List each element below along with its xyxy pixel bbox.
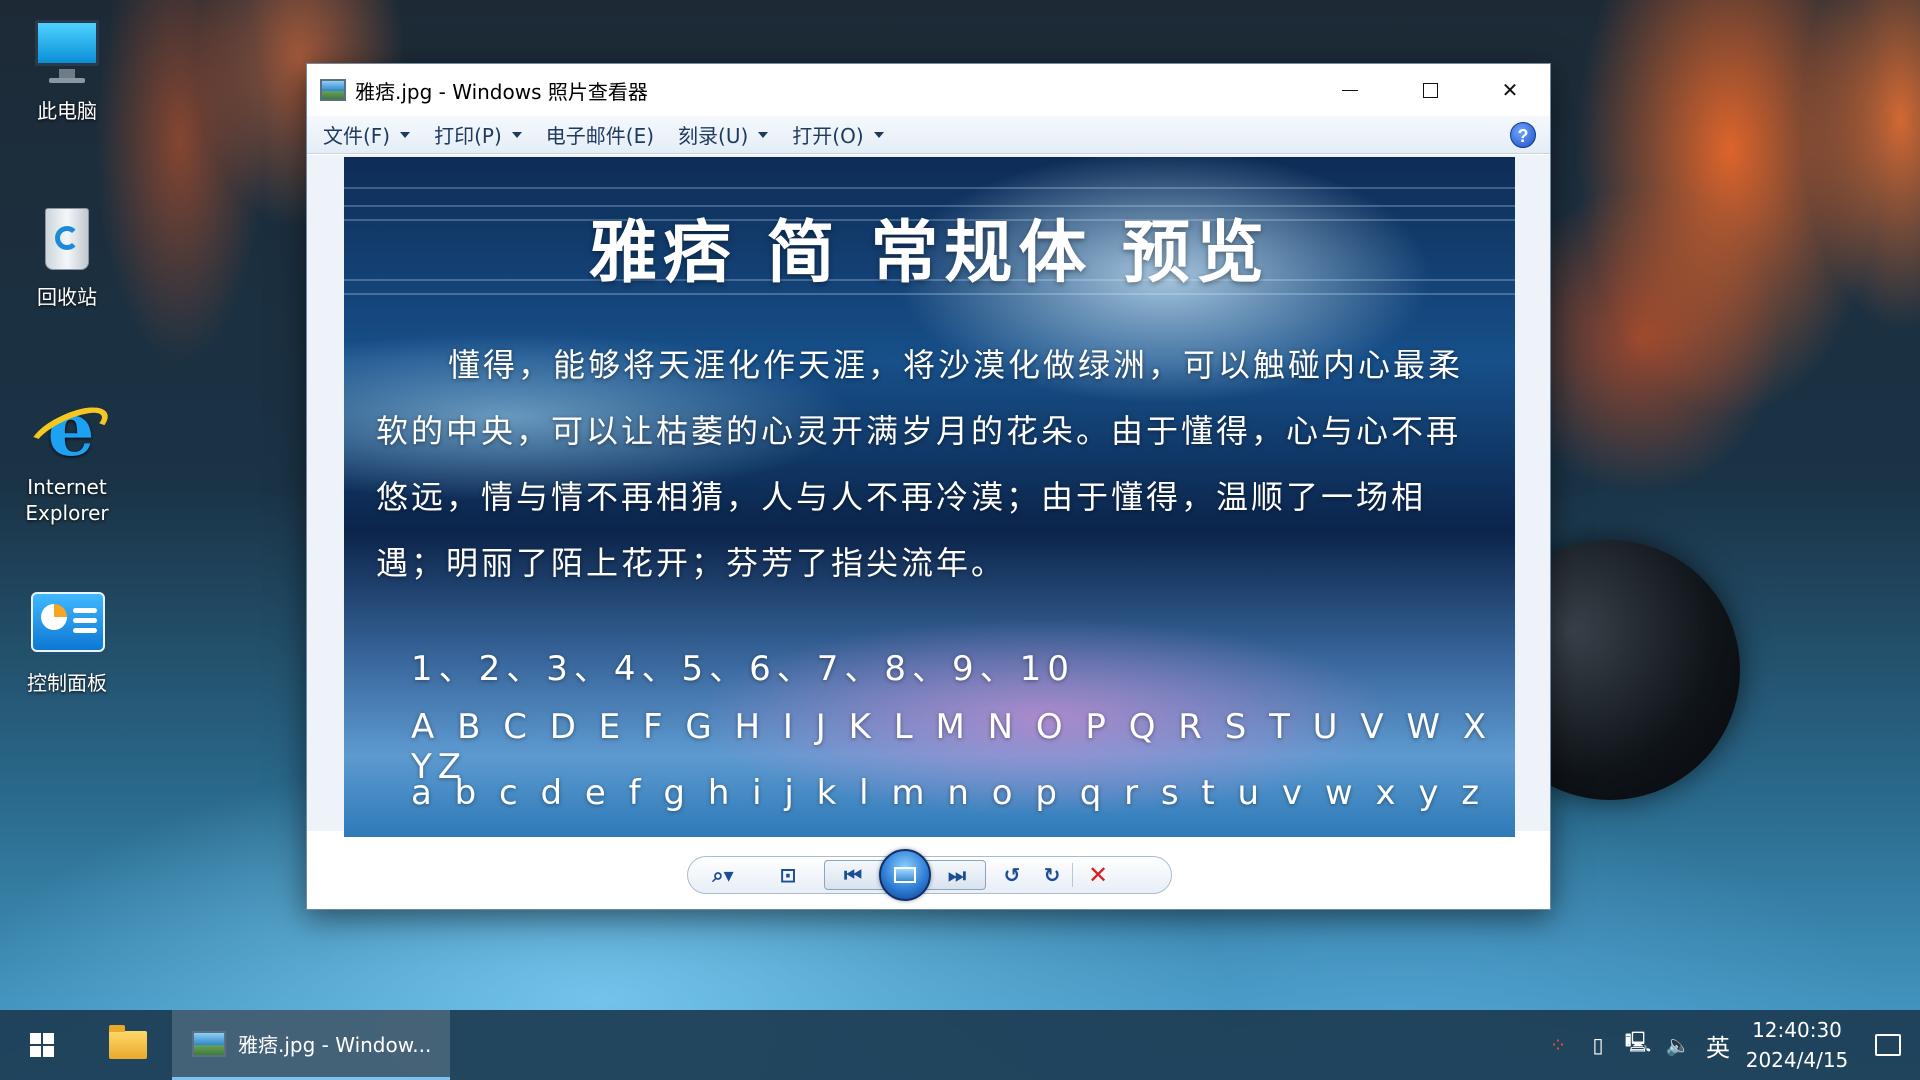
internet-explorer-icon: e [23, 390, 115, 470]
minimize-button[interactable] [1310, 64, 1390, 116]
slideshow-button[interactable] [879, 849, 931, 901]
tray-glyph: 🔈 [1665, 1033, 1691, 1057]
image-numbers-text: 1、2、3、4、5、6、7、8、9、10 [411, 649, 1075, 689]
control-panel-icon [27, 586, 107, 666]
delete-icon: ✕ [1087, 861, 1109, 889]
recycle-bin-icon [27, 200, 107, 280]
menu-bar: 文件(F) 打印(P) 电子邮件(E) 刻录(U) 打开(O) ? [307, 116, 1550, 154]
help-button[interactable]: ? [1510, 122, 1536, 148]
tray-glyph: ⁘ [1549, 1033, 1567, 1057]
rotate-right-icon: ↻ [1043, 863, 1061, 887]
clock-date: 2024/4/15 [1745, 1048, 1849, 1072]
menu-label: 打开(O) [792, 124, 864, 148]
action-center-button[interactable] [1856, 1010, 1920, 1080]
rotate-left-icon: ↺ [1003, 863, 1021, 887]
system-tray: ⁘ ▯ 🖳 🔈 英 12:40:30 2024/4/15 [1538, 1010, 1920, 1080]
delete-button[interactable]: ✕ [1073, 857, 1123, 893]
image-viewport[interactable]: 雅痞 简 常规体 预览 懂得，能够将天涯化作天涯，将沙漠化做绿洲，可以触碰内心最… [307, 155, 1550, 837]
menu-email[interactable]: 电子邮件(E) [546, 120, 654, 149]
close-icon: ✕ [1501, 78, 1519, 102]
taskbar: 雅痞.jpg - Window... ⁘ ▯ 🖳 🔈 英 12:40:30 20… [0, 1010, 1920, 1080]
menu-file[interactable]: 文件(F) [323, 120, 411, 149]
chevron-down-icon [873, 131, 884, 138]
menu-print[interactable]: 打印(P) [434, 120, 522, 149]
image-lowercase-text: a b c d e f g h i j k l m n o p q r s t … [411, 773, 1486, 813]
image-title-text: 雅痞 简 常规体 预览 [588, 214, 1271, 293]
actual-size-button[interactable]: ⊡ [758, 857, 818, 893]
fit-window-icon: ⊡ [779, 863, 797, 887]
computer-icon [27, 14, 107, 94]
folder-icon [109, 1025, 147, 1059]
window-controls: ✕ [1310, 64, 1550, 116]
desktop-icon-control-panel[interactable]: 控制面板 [7, 586, 127, 696]
menu-label: 打印(P) [434, 124, 502, 148]
maximize-button[interactable] [1390, 64, 1470, 116]
notification-icon [1875, 1034, 1901, 1056]
menu-label: 刻录(U) [678, 124, 749, 148]
zoom-button[interactable]: ⌕▾ [688, 857, 758, 893]
desktop-icon-internet-explorer[interactable]: e Internet Explorer [7, 390, 127, 526]
menu-open[interactable]: 打开(O) [792, 120, 884, 149]
photo-viewer-icon [320, 79, 346, 101]
taskbar-app-label: 雅痞.jpg - Window... [238, 1033, 432, 1057]
chevron-down-icon [511, 131, 522, 138]
menu-label: 电子邮件(E) [545, 124, 655, 148]
network-icon[interactable]: 🖳 [1618, 1010, 1658, 1080]
color-dots-icon[interactable]: ⁘ [1538, 1010, 1578, 1080]
previous-icon: ⏮ [844, 863, 862, 887]
help-icon: ? [1517, 126, 1529, 146]
slideshow-icon [894, 867, 916, 883]
menu-label: 文件(F) [323, 124, 391, 148]
next-icon: ⏭ [948, 863, 966, 887]
close-button[interactable]: ✕ [1470, 64, 1550, 116]
clock-time: 12:40:30 [1752, 1018, 1842, 1042]
rotate-counterclockwise-button[interactable]: ↺ [992, 857, 1032, 893]
usb-device-icon[interactable]: ▯ [1578, 1010, 1618, 1080]
previous-button[interactable]: ⏮ [825, 857, 881, 893]
chevron-down-icon [400, 131, 411, 138]
image-paragraph-text: 懂得，能够将天涯化作天涯，将沙漠化做绿洲，可以触碰内心最柔软的中央，可以让枯萎的… [376, 346, 1464, 582]
window-title: 雅痞.jpg - Windows 照片查看器 [355, 79, 648, 104]
desktop-icon-label: 控制面板 [27, 671, 107, 695]
navigation-group: ⏮ ⏭ [824, 849, 986, 901]
rotate-clockwise-button[interactable]: ↻ [1032, 857, 1072, 893]
zoom-icon: ⌕▾ [712, 863, 734, 887]
photo-viewer-icon [192, 1030, 226, 1057]
displayed-image: 雅痞 简 常规体 预览 懂得，能够将天涯化作天涯，将沙漠化做绿洲，可以触碰内心最… [344, 157, 1515, 837]
tray-glyph: 🖳 [1624, 1030, 1652, 1054]
ime-label: 英 [1706, 1033, 1730, 1062]
taskbar-clock[interactable]: 12:40:30 2024/4/15 [1738, 1015, 1856, 1075]
chevron-down-icon [758, 131, 769, 138]
maximize-icon [1422, 82, 1438, 98]
viewer-toolbar: ⌕▾ ⊡ ⏮ ⏭ ↺ ↻ ✕ [687, 849, 1172, 901]
desktop-icon-label: 此电脑 [37, 99, 97, 123]
menu-burn[interactable]: 刻录(U) [678, 120, 769, 149]
title-bar[interactable]: 雅痞.jpg - Windows 照片查看器 ✕ [307, 64, 1550, 116]
desktop-icon-this-pc[interactable]: 此电脑 [7, 14, 127, 124]
input-method-indicator[interactable]: 英 [1698, 1010, 1738, 1080]
start-button[interactable] [0, 1010, 84, 1080]
volume-icon[interactable]: 🔈 [1658, 1010, 1698, 1080]
file-explorer-button[interactable] [84, 1010, 172, 1080]
minimize-icon [1342, 89, 1358, 91]
windows-logo-icon [30, 1033, 54, 1057]
desktop-icon-recycle-bin[interactable]: 回收站 [7, 200, 127, 310]
photo-viewer-window: 雅痞.jpg - Windows 照片查看器 ✕ 文件(F) 打印(P) 电子邮… [306, 63, 1551, 910]
desktop-icon-label: 回收站 [37, 285, 97, 309]
next-button[interactable]: ⏭ [929, 857, 985, 893]
desktop-icon-label: Internet Explorer [25, 475, 109, 525]
tray-glyph: ▯ [1592, 1033, 1604, 1057]
taskbar-app-photo-viewer[interactable]: 雅痞.jpg - Window... [172, 1010, 450, 1080]
